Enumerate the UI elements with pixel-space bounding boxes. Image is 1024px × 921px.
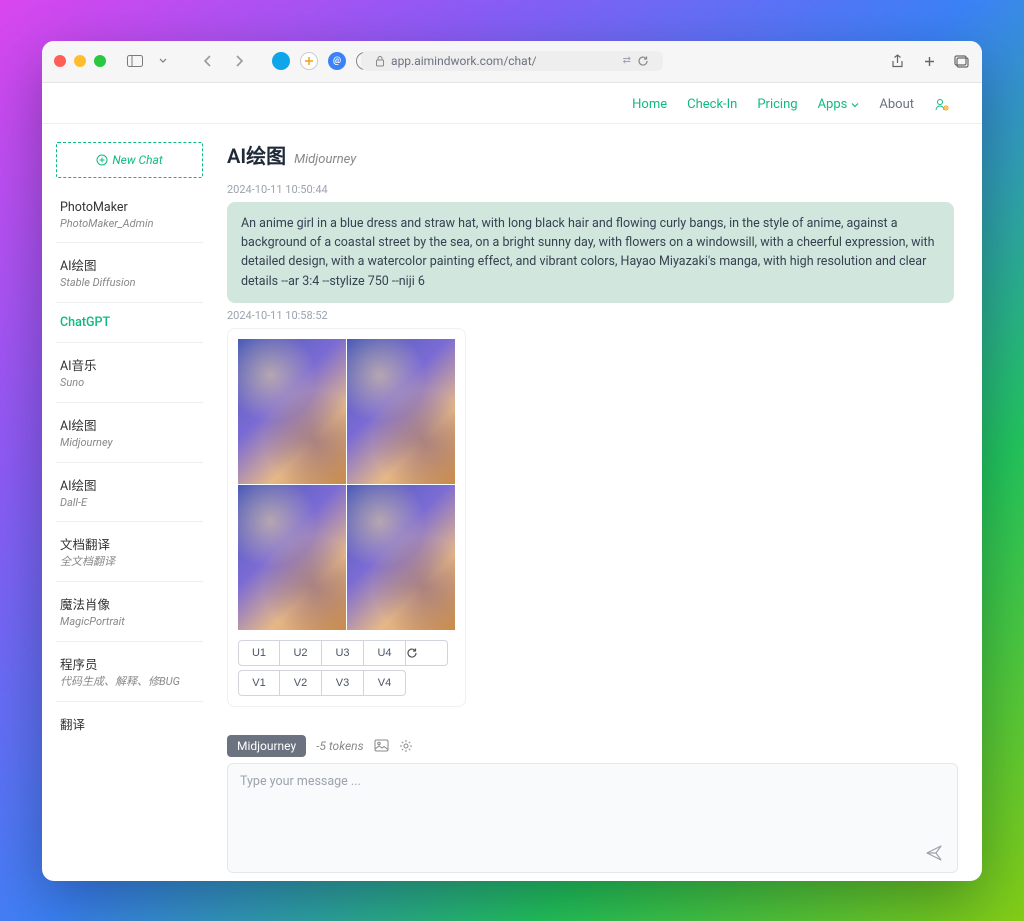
sidebar: New Chat PhotoMaker PhotoMaker_Admin AI绘…	[42, 124, 217, 881]
message-list: 2024-10-11 10:50:44 An anime girl in a b…	[227, 177, 958, 729]
reroll-button[interactable]	[406, 640, 448, 666]
token-cost: -5 tokens	[316, 739, 363, 753]
sidebar-item-doc-translate[interactable]: 文档翻译 全文档翻译	[56, 521, 203, 581]
nav-home[interactable]: Home	[632, 97, 667, 113]
chevron-down-icon[interactable]	[154, 52, 172, 70]
page-content: Home Check-In Pricing Apps About New Cha…	[42, 83, 982, 881]
image-attachment-icon[interactable]	[374, 739, 389, 753]
user-menu-icon[interactable]	[934, 97, 950, 113]
u4-button[interactable]: U4	[364, 640, 406, 666]
maximize-window-button[interactable]	[94, 55, 106, 67]
nav-pricing[interactable]: Pricing	[757, 97, 797, 113]
extension-icon-2[interactable]	[300, 52, 318, 70]
share-icon[interactable]	[888, 52, 906, 70]
v2-button[interactable]: V2	[280, 670, 322, 696]
image-grid	[238, 339, 455, 630]
nav-about[interactable]: About	[879, 97, 914, 113]
sidebar-item-photomaker[interactable]: PhotoMaker PhotoMaker_Admin	[56, 188, 203, 243]
extension-icon-1[interactable]	[272, 52, 290, 70]
send-button[interactable]	[925, 844, 943, 862]
model-badge[interactable]: Midjourney	[227, 735, 306, 757]
generated-image-3[interactable]	[238, 485, 346, 630]
window-controls	[54, 55, 106, 67]
main-area: New Chat PhotoMaker PhotoMaker_Admin AI绘…	[42, 124, 982, 881]
user-message: An anime girl in a blue dress and straw …	[227, 202, 954, 304]
generated-image-1[interactable]	[238, 339, 346, 484]
address-bar[interactable]: app.aimindwork.com/chat/ ⇄	[361, 51, 663, 71]
generated-image-2[interactable]	[347, 339, 455, 484]
new-chat-button[interactable]: New Chat	[56, 142, 203, 178]
close-window-button[interactable]	[54, 55, 66, 67]
chat-subtitle: Midjourney	[294, 152, 356, 167]
nav-checkin[interactable]: Check-In	[687, 97, 737, 113]
reload-icon[interactable]	[637, 55, 649, 67]
nav-apps[interactable]: Apps	[818, 97, 860, 113]
top-nav: Home Check-In Pricing Apps About	[42, 83, 982, 124]
sidebar-item-suno[interactable]: AI音乐 Suno	[56, 342, 203, 402]
timestamp: 2024-10-11 10:58:52	[227, 309, 954, 322]
sidebar-item-midjourney[interactable]: AI绘图 Midjourney	[56, 402, 203, 462]
forward-button[interactable]	[230, 52, 248, 70]
u2-button[interactable]: U2	[280, 640, 322, 666]
extension-icon-3[interactable]: @	[328, 52, 346, 70]
sidebar-item-dalle[interactable]: AI绘图 Dall-E	[56, 462, 203, 522]
upscale-buttons: U1 U2 U3 U4	[238, 640, 455, 666]
variation-buttons: V1 V2 V3 V4	[238, 670, 455, 696]
v4-button[interactable]: V4	[364, 670, 406, 696]
app-window: @ @ | app.aimindwork.com/chat/ ⇄	[42, 41, 982, 881]
u1-button[interactable]: U1	[238, 640, 280, 666]
sidebar-item-programmer[interactable]: 程序员 代码生成、解释、修BUG	[56, 641, 203, 701]
sidebar-item-chatgpt[interactable]: ChatGPT	[56, 302, 203, 342]
v1-button[interactable]: V1	[238, 670, 280, 696]
v3-button[interactable]: V3	[322, 670, 364, 696]
titlebar: @ @ | app.aimindwork.com/chat/ ⇄	[42, 41, 982, 83]
lock-icon	[375, 55, 385, 67]
composer: Midjourney -5 tokens Type your mes	[227, 729, 958, 873]
tabs-overview-icon[interactable]	[952, 52, 970, 70]
placeholder-text: Type your message ...	[240, 774, 361, 789]
sidebar-toggle-icon[interactable]	[126, 52, 144, 70]
u3-button[interactable]: U3	[322, 640, 364, 666]
chat-header: AI绘图 Midjourney	[227, 140, 958, 169]
bot-message: U1 U2 U3 U4 V1 V2 V3 V4	[227, 328, 466, 707]
sidebar-item-stable-diffusion[interactable]: AI绘图 Stable Diffusion	[56, 242, 203, 302]
message-input[interactable]: Type your message ...	[227, 763, 958, 873]
new-tab-icon[interactable]	[920, 52, 938, 70]
sidebar-item-translate[interactable]: 翻译	[56, 701, 203, 745]
back-button[interactable]	[198, 52, 216, 70]
minimize-window-button[interactable]	[74, 55, 86, 67]
url-host: app.aimindwork.com/chat/	[391, 54, 537, 68]
refresh-icon	[406, 647, 418, 659]
chat-panel: AI绘图 Midjourney 2024-10-11 10:50:44 An a…	[217, 124, 982, 881]
generated-image-4[interactable]	[347, 485, 455, 630]
chevron-down-icon	[851, 102, 859, 108]
settings-icon[interactable]	[399, 739, 413, 753]
timestamp: 2024-10-11 10:50:44	[227, 183, 954, 196]
plus-icon	[96, 154, 108, 166]
sidebar-item-magic-portrait[interactable]: 魔法肖像 MagicPortrait	[56, 581, 203, 641]
translate-icon[interactable]: ⇄	[623, 55, 631, 67]
chat-title: AI绘图	[227, 140, 286, 169]
